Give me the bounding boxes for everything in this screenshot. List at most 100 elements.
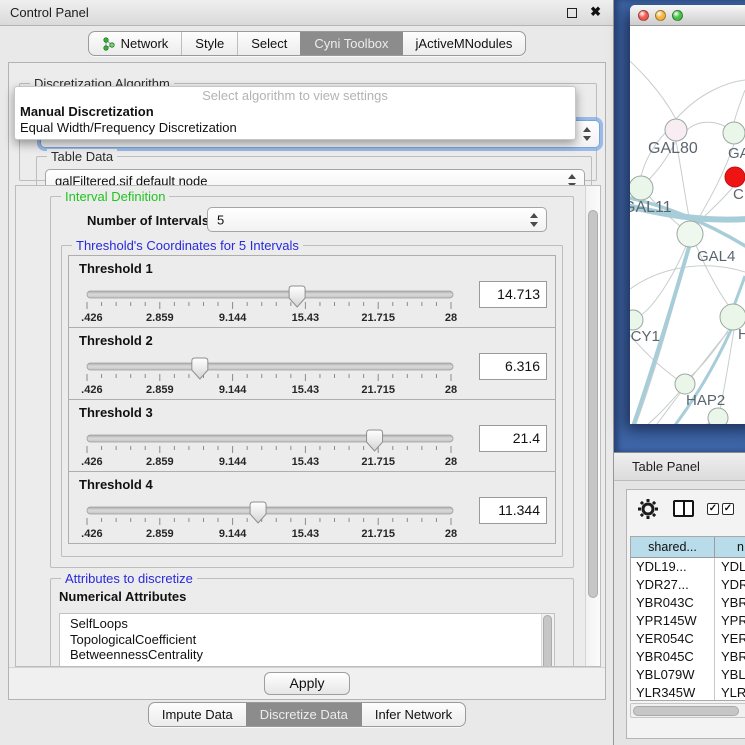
slider-thumb[interactable]: [289, 286, 305, 307]
attribute-list-item[interactable]: TopologicalCoefficient: [60, 632, 554, 648]
table-cell[interactable]: YBR0: [715, 594, 745, 612]
network-node-hap2[interactable]: [675, 374, 695, 394]
table-cell[interactable]: YDR2: [715, 576, 745, 594]
threshold-slider[interactable]: -3.4262.8599.14415.4321.71528: [81, 494, 473, 542]
table-row[interactable]: YLR345WYLR3: [631, 684, 745, 701]
select-checkbox-icon[interactable]: ✓: [722, 503, 734, 515]
column-layout-icon[interactable]: [673, 500, 694, 517]
scrollbar-thumb[interactable]: [588, 210, 598, 598]
table-row[interactable]: YBL079WYBL0: [631, 666, 745, 684]
table-header-shared-name[interactable]: shared...: [631, 537, 715, 557]
threshold-slider[interactable]: -3.4262.8599.14415.4321.71528: [81, 278, 473, 326]
control-panel-titlebar: Control Panel ✖: [0, 0, 613, 26]
dropdown-placeholder-item[interactable]: Select algorithm to view settings: [15, 88, 575, 104]
network-edge[interactable]: [630, 422, 712, 424]
network-node-c[interactable]: [725, 167, 745, 187]
slider-thumb[interactable]: [250, 502, 266, 523]
close-icon[interactable]: ✖: [590, 4, 601, 20]
tab-style[interactable]: Style: [181, 32, 237, 55]
table-panel-title: Table Panel: [632, 453, 700, 480]
slider-thumb[interactable]: [367, 430, 383, 451]
table-cell[interactable]: YPR1: [715, 612, 745, 630]
threshold-value-field[interactable]: 14.713: [479, 281, 547, 308]
attribute-list-item[interactable]: BetweennessCentrality: [60, 647, 554, 663]
threshold-label: Threshold 1: [79, 261, 153, 276]
network-edge-thick[interactable]: [734, 276, 745, 306]
gear-icon[interactable]: [637, 498, 659, 520]
threshold-card: Threshold 1 -3.4262.8599.14415.4321.7152…: [68, 255, 556, 328]
table-row[interactable]: YPR145WYPR1: [631, 612, 745, 630]
scrollbar-thumb[interactable]: [543, 615, 552, 667]
table-horizontal-scrollbar[interactable]: [630, 703, 745, 718]
table-cell[interactable]: YDL19...: [631, 558, 715, 576]
network-node-ga[interactable]: [723, 122, 745, 144]
threshold-slider[interactable]: -3.4262.8599.14415.4321.71528: [81, 350, 473, 398]
attribute-list-item[interactable]: SelfLoops: [60, 616, 554, 632]
table-row[interactable]: YER054CYER0: [631, 630, 745, 648]
table-cell[interactable]: YLR3: [715, 684, 745, 701]
control-panel-window: Control Panel ✖ NetworkStyleSelectCyni T…: [0, 0, 614, 745]
tab-impute-data[interactable]: Impute Data: [149, 703, 246, 726]
table-cell[interactable]: YBL0: [715, 666, 745, 684]
apply-strip: Apply: [9, 667, 605, 699]
network-node-gcy1[interactable]: [630, 310, 643, 330]
table-row[interactable]: YDL19...YDL1: [631, 558, 745, 576]
threshold-value-field[interactable]: 11.344: [479, 497, 547, 524]
close-traffic-light-icon[interactable]: [638, 10, 649, 21]
table-cell[interactable]: YER0: [715, 630, 745, 648]
threshold-value-field[interactable]: 6.316: [479, 353, 547, 380]
threshold-card: Threshold 2 -3.4262.8599.14415.4321.7152…: [68, 327, 556, 400]
threshold-value-field[interactable]: 21.4: [479, 425, 547, 452]
table-cell[interactable]: YBL079W: [631, 666, 715, 684]
table-cell[interactable]: YDL1: [715, 558, 745, 576]
threshold-slider[interactable]: -3.4262.8599.14415.4321.71528: [81, 422, 473, 470]
slider-thumb[interactable]: [192, 358, 208, 379]
table-cell[interactable]: YBR045C: [631, 648, 715, 666]
network-edge[interactable]: [630, 266, 745, 300]
table-row[interactable]: YBR045CYBR0: [631, 648, 745, 666]
algorithm-dropdown-popup: Select algorithm to view settingsManual …: [14, 86, 576, 140]
dropdown-option[interactable]: Equal Width/Frequency Discretization: [15, 120, 575, 136]
number-of-intervals-value: 5: [217, 212, 224, 227]
number-of-intervals-combobox[interactable]: 5: [207, 207, 547, 232]
table-row[interactable]: YDR27...YDR2: [631, 576, 745, 594]
settings-scroll-pane: Interval Definition Number of Intervals …: [15, 185, 601, 667]
network-node-gal4[interactable]: [677, 221, 703, 247]
table-cell[interactable]: YBR043C: [631, 594, 715, 612]
network-node-gal80[interactable]: [665, 119, 687, 141]
network-node[interactable]: [708, 408, 728, 424]
table-cell[interactable]: YDR27...: [631, 576, 715, 594]
thresholds-group-title: Threshold's Coordinates for 5 Intervals: [72, 238, 303, 253]
zoom-traffic-light-icon[interactable]: [672, 10, 683, 21]
select-all-checkbox-icon[interactable]: ✓: [707, 503, 719, 515]
table-header-name[interactable]: n: [715, 537, 745, 557]
bottom-tab-bar: Impute DataDiscretize DataInfer Network: [0, 702, 614, 727]
settings-vertical-scrollbar[interactable]: [585, 186, 600, 666]
network-node-gal11[interactable]: [630, 176, 653, 200]
table-cell[interactable]: YER054C: [631, 630, 715, 648]
network-canvas[interactable]: GAL80GACGAL11GAL4GCY1HHAP2: [630, 26, 745, 424]
network-edge[interactable]: [676, 80, 745, 119]
scrollbar-thumb[interactable]: [633, 706, 739, 716]
svg-text:21.715: 21.715: [361, 384, 395, 396]
attributes-list-scrollbar[interactable]: [541, 614, 554, 667]
network-edge[interactable]: [687, 122, 727, 130]
minimize-traffic-light-icon[interactable]: [655, 10, 666, 21]
network-node-label: GAL4: [697, 248, 735, 265]
table-row[interactable]: YBR043CYBR0: [631, 594, 745, 612]
tab-infer-network[interactable]: Infer Network: [361, 703, 465, 726]
tab-cyni-toolbox[interactable]: Cyni Toolbox: [300, 32, 401, 55]
svg-text:2.859: 2.859: [146, 456, 174, 468]
dropdown-option[interactable]: Manual Discretization: [15, 104, 575, 120]
tab-select[interactable]: Select: [237, 32, 300, 55]
table-cell[interactable]: YLR345W: [631, 684, 715, 701]
float-window-icon[interactable]: [567, 8, 577, 18]
tab-discretize-data[interactable]: Discretize Data: [246, 703, 361, 726]
tab-network[interactable]: Network: [89, 32, 182, 55]
table-cell[interactable]: YBR0: [715, 648, 745, 666]
network-edge[interactable]: [630, 52, 676, 119]
tab-jactivemnodules[interactable]: jActiveMNodules: [402, 32, 526, 55]
table-cell[interactable]: YPR145W: [631, 612, 715, 630]
network-edge[interactable]: [734, 90, 745, 122]
apply-button[interactable]: Apply: [264, 672, 349, 695]
